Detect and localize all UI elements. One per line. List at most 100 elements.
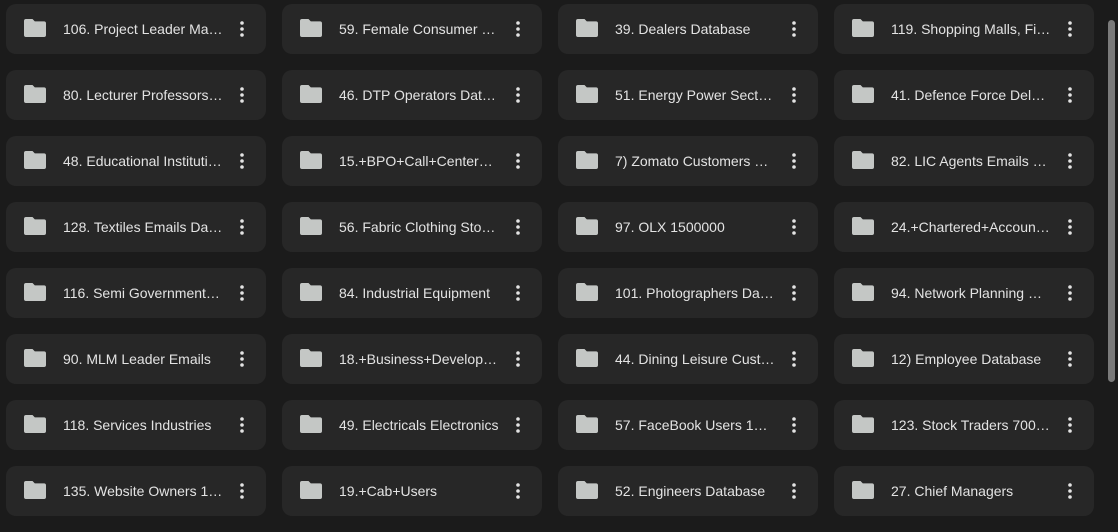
more-options-button[interactable]: [506, 411, 530, 439]
folder-icon: [24, 19, 46, 37]
more-options-button[interactable]: [230, 345, 254, 373]
folder-tile[interactable]: 24.+Chartered+Accountants: [834, 202, 1094, 252]
folder-tile[interactable]: 94. Network Planning Database: [834, 268, 1094, 318]
folder-name: 135. Website Owners 1 Lakh: [63, 483, 223, 499]
more-options-button[interactable]: [506, 15, 530, 43]
folder-name: 18.+Business+Development: [339, 351, 499, 367]
folder-tile[interactable]: 90. MLM Leader Emails: [6, 334, 266, 384]
more-options-button[interactable]: [782, 81, 806, 109]
more-options-button[interactable]: [230, 411, 254, 439]
folder-name: 39. Dealers Database: [615, 21, 751, 37]
folder-name: 56. Fabric Clothing Stores: [339, 219, 499, 235]
more-options-button[interactable]: [506, 81, 530, 109]
folder-tile[interactable]: 7) Zomato Customers Database: [558, 136, 818, 186]
folder-tile[interactable]: 97. OLX 1500000: [558, 202, 818, 252]
folder-name: 15.+BPO+Call+Center+Database: [339, 153, 499, 169]
folder-tile[interactable]: 49. Electricals Electronics: [282, 400, 542, 450]
folder-tile[interactable]: 118. Services Industries: [6, 400, 266, 450]
more-options-button[interactable]: [1058, 81, 1082, 109]
more-options-button[interactable]: [782, 345, 806, 373]
more-vertical-icon: [240, 153, 244, 169]
more-vertical-icon: [792, 285, 796, 301]
folder-grid: 106. Project Leader Managers 59. Female …: [6, 4, 1094, 516]
more-options-button[interactable]: [506, 477, 530, 505]
folder-icon: [576, 481, 598, 499]
folder-name: 41. Defence Force Delegates: [891, 87, 1051, 103]
folder-icon: [24, 481, 46, 499]
folder-name: 80. Lecturer Professors Database: [63, 87, 223, 103]
folder-tile[interactable]: 116. Semi Government Database: [6, 268, 266, 318]
more-options-button[interactable]: [1058, 147, 1082, 175]
folder-tile[interactable]: 84. Industrial Equipment: [282, 268, 542, 318]
folder-icon: [300, 19, 322, 37]
folder-tile[interactable]: 12) Employee Database: [834, 334, 1094, 384]
more-options-button[interactable]: [1058, 279, 1082, 307]
more-vertical-icon: [792, 351, 796, 367]
folder-tile[interactable]: 128. Textiles Emails Database: [6, 202, 266, 252]
more-vertical-icon: [240, 417, 244, 433]
more-options-button[interactable]: [230, 213, 254, 241]
folder-icon: [576, 85, 598, 103]
folder-name: 118. Services Industries: [63, 417, 212, 433]
folder-icon: [852, 151, 874, 169]
folder-icon: [576, 283, 598, 301]
more-options-button[interactable]: [230, 477, 254, 505]
folder-tile[interactable]: 27. Chief Managers: [834, 466, 1094, 516]
folder-icon: [300, 481, 322, 499]
more-options-button[interactable]: [230, 81, 254, 109]
more-vertical-icon: [240, 219, 244, 235]
scrollbar[interactable]: [1104, 0, 1118, 532]
folder-tile[interactable]: 52. Engineers Database: [558, 466, 818, 516]
folder-tile[interactable]: 82. LIC Agents Emails Database: [834, 136, 1094, 186]
folder-tile[interactable]: 51. Energy Power Sector Database: [558, 70, 818, 120]
more-options-button[interactable]: [782, 279, 806, 307]
folder-tile[interactable]: 56. Fabric Clothing Stores: [282, 202, 542, 252]
more-options-button[interactable]: [782, 213, 806, 241]
folder-tile[interactable]: 44. Dining Leisure Customers: [558, 334, 818, 384]
more-options-button[interactable]: [506, 213, 530, 241]
folder-icon: [300, 217, 322, 235]
more-options-button[interactable]: [1058, 345, 1082, 373]
folder-tile[interactable]: 59. Female Consumer Database: [282, 4, 542, 54]
folder-name: 12) Employee Database: [891, 351, 1042, 367]
more-vertical-icon: [1068, 219, 1072, 235]
more-options-button[interactable]: [782, 477, 806, 505]
more-options-button[interactable]: [1058, 477, 1082, 505]
more-vertical-icon: [516, 87, 520, 103]
folder-tile[interactable]: 19.+Cab+Users: [282, 466, 542, 516]
folder-icon: [852, 217, 874, 235]
folder-tile[interactable]: 80. Lecturer Professors Database: [6, 70, 266, 120]
more-options-button[interactable]: [1058, 15, 1082, 43]
more-options-button[interactable]: [1058, 213, 1082, 241]
more-options-button[interactable]: [230, 279, 254, 307]
scrollbar-thumb[interactable]: [1108, 20, 1115, 382]
folder-tile[interactable]: 18.+Business+Development: [282, 334, 542, 384]
folder-tile[interactable]: 106. Project Leader Managers: [6, 4, 266, 54]
folder-name: 48. Educational Institutions: [63, 153, 223, 169]
folder-tile[interactable]: 15.+BPO+Call+Center+Database: [282, 136, 542, 186]
folder-tile[interactable]: 101. Photographers Database: [558, 268, 818, 318]
folder-tile[interactable]: 123. Stock Traders 70000: [834, 400, 1094, 450]
more-options-button[interactable]: [506, 147, 530, 175]
more-options-button[interactable]: [782, 15, 806, 43]
more-options-button[interactable]: [506, 345, 530, 373]
folder-tile[interactable]: 41. Defence Force Delegates: [834, 70, 1094, 120]
more-options-button[interactable]: [230, 15, 254, 43]
more-options-button[interactable]: [782, 411, 806, 439]
folder-name: 49. Electricals Electronics: [339, 417, 499, 433]
more-vertical-icon: [516, 351, 520, 367]
folder-icon: [24, 415, 46, 433]
more-vertical-icon: [516, 21, 520, 37]
more-options-button[interactable]: [230, 147, 254, 175]
more-options-button[interactable]: [506, 279, 530, 307]
folder-tile[interactable]: 48. Educational Institutions: [6, 136, 266, 186]
folder-tile[interactable]: 57. FaceBook Users 17 Lakh: [558, 400, 818, 450]
folder-tile[interactable]: 135. Website Owners 1 Lakh: [6, 466, 266, 516]
more-options-button[interactable]: [782, 147, 806, 175]
folder-name: 82. LIC Agents Emails Database: [891, 153, 1051, 169]
folder-tile[interactable]: 119. Shopping Malls, Fitness: [834, 4, 1094, 54]
folder-name: 44. Dining Leisure Customers: [615, 351, 775, 367]
more-options-button[interactable]: [1058, 411, 1082, 439]
folder-tile[interactable]: 39. Dealers Database: [558, 4, 818, 54]
folder-tile[interactable]: 46. DTP Operators Database: [282, 70, 542, 120]
